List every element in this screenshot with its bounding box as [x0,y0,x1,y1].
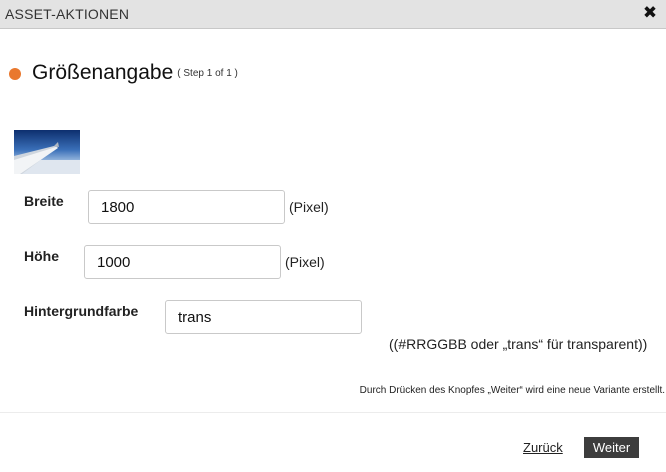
width-unit: (Pixel) [289,199,329,215]
width-input[interactable] [88,190,285,224]
footer-divider [0,412,666,413]
step-title: Größenangabe [32,61,174,84]
width-label: Breite [24,193,64,209]
height-input[interactable] [84,245,281,279]
background-color-input[interactable] [165,300,362,334]
dialog-title: ASSET-AKTIONEN [5,6,130,22]
step-counter: ( Step 1 of 1 ) [177,68,238,79]
airplane-wing-image [14,130,80,174]
height-label: Höhe [24,248,59,264]
info-note: Durch Drücken des Knopfes „Weiter“ wird … [359,385,665,396]
next-button[interactable]: Weiter [584,437,639,458]
step-indicator-dot [9,68,21,80]
height-unit: (Pixel) [285,254,325,270]
asset-thumbnail [14,130,80,174]
dialog-title-bar: ASSET-AKTIONEN ✖ [0,0,666,29]
background-color-label: Hintergrundfarbe [24,303,139,319]
step-heading: Größenangabe( Step 1 of 1 ) [32,61,238,85]
back-link[interactable]: Zurück [523,440,563,455]
background-color-hint: ((#RRGGBB oder „trans“ für transparent)) [389,336,648,352]
close-icon[interactable]: ✖ [642,4,658,22]
